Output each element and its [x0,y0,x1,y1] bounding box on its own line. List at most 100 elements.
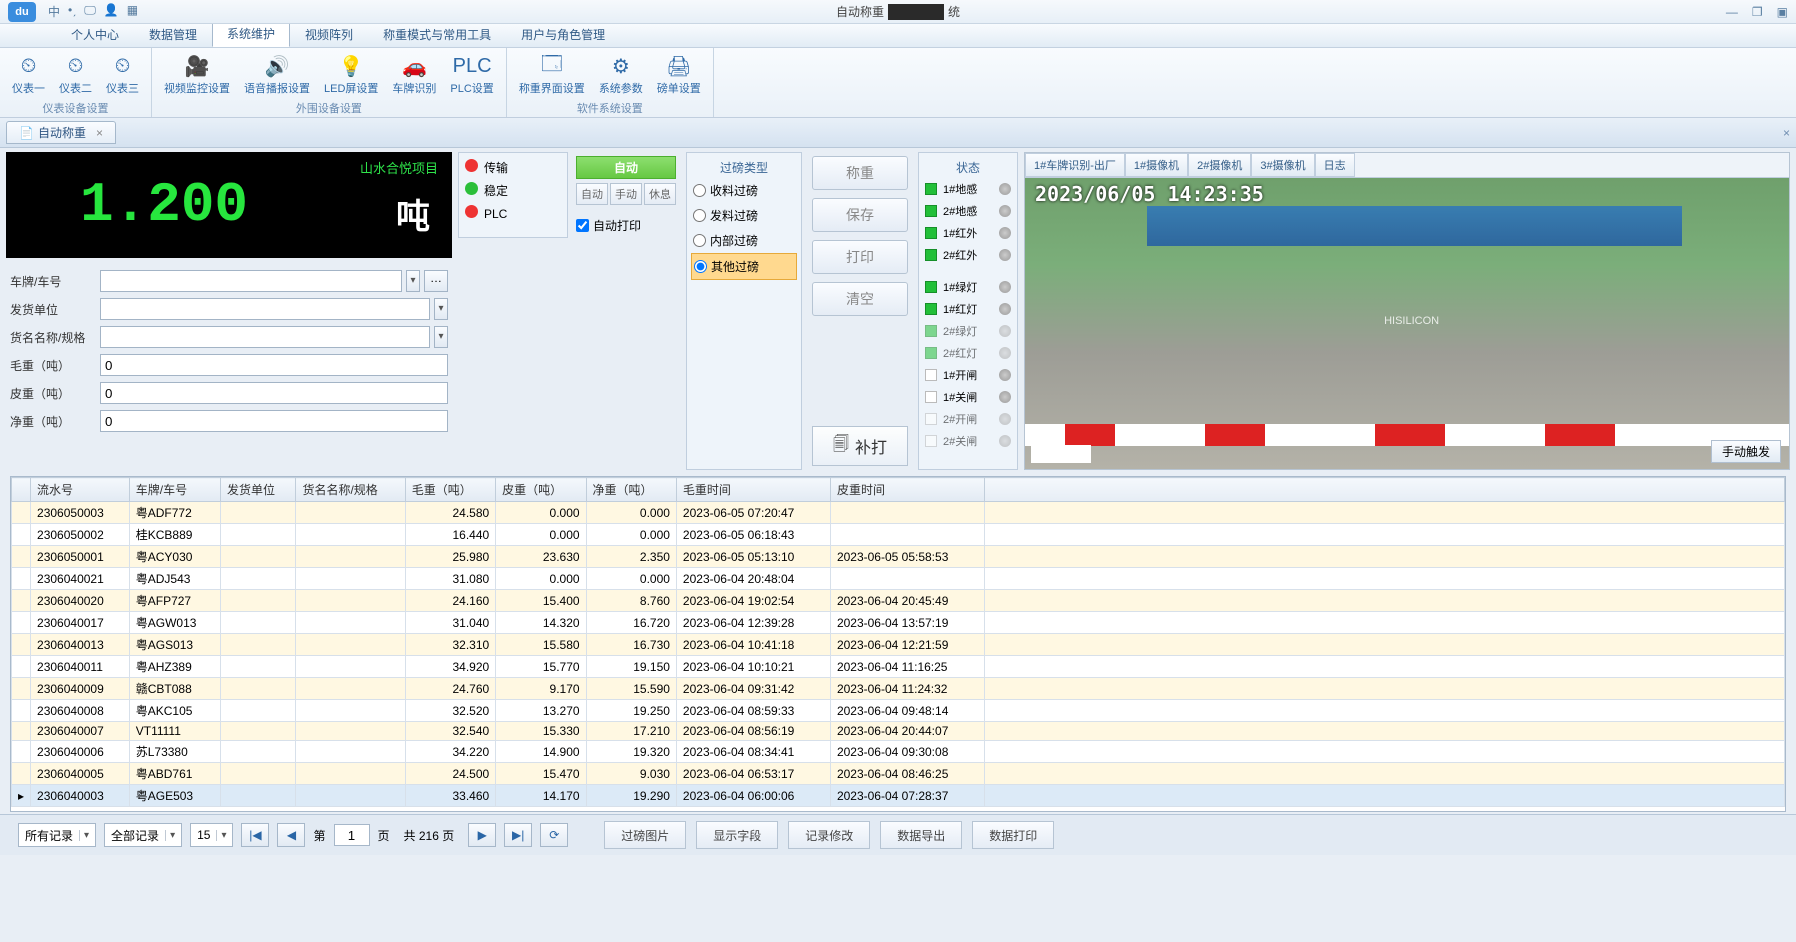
monitor-icon[interactable]: 🖵 [84,3,96,20]
camera-tab[interactable]: 日志 [1315,153,1355,177]
table-row[interactable]: 2306050003粤ADF77224.5800.0000.0002023-06… [12,502,1785,524]
filter-option[interactable]: 发料过磅 [691,203,797,228]
radio-icon[interactable] [693,234,706,247]
menu-item[interactable]: 数据管理 [134,21,212,47]
mode-button[interactable]: 手动 [610,183,642,205]
dropdown-icon[interactable]: ▾ [434,298,448,320]
last-page-button[interactable]: ▶| [504,823,532,847]
table-row[interactable]: 2306040007VT1111132.54015.33017.2102023-… [12,722,1785,741]
table-row[interactable]: 2306040017粤AGW01331.04014.32016.7202023-… [12,612,1785,634]
filter-option[interactable]: 内部过磅 [691,228,797,253]
records-scope-combo[interactable]: 全部记录▾ [104,823,182,847]
input-sender[interactable] [100,298,430,320]
mode-button[interactable]: 休息 [644,183,676,205]
ribbon-button[interactable]: 🗔称重界面设置 [515,52,589,98]
column-header[interactable]: 净重（吨） [586,478,676,502]
menu-item[interactable]: 视频阵列 [290,21,368,47]
dropdown-icon[interactable]: ▾ [434,326,448,348]
maximize-icon[interactable]: ❐ [1752,5,1763,19]
footer-button[interactable]: 记录修改 [788,821,870,849]
tool-icon[interactable]: •ˏ [68,3,76,20]
ribbon-button[interactable]: 💡LED屏设置 [320,52,382,98]
input-tare[interactable] [100,382,448,404]
column-header[interactable]: 毛重（吨） [405,478,495,502]
column-header[interactable]: 皮重时间 [830,478,984,502]
records-grid[interactable]: 流水号车牌/车号发货单位货名名称/规格毛重（吨）皮重（吨）净重（吨）毛重时间皮重… [10,476,1786,812]
user-icon[interactable]: 👤 [104,3,119,20]
ribbon-button[interactable]: ⏲仪表一 [8,52,49,98]
minimize-icon[interactable]: — [1726,5,1738,19]
ribbon-button[interactable]: ⚙系统参数 [595,52,647,98]
input-net[interactable] [100,410,448,432]
clear-button[interactable]: 清空 [812,282,908,316]
autoprint-checkbox[interactable]: 自动打印 [576,217,676,234]
perpage-combo[interactable]: 15▾ [190,823,233,847]
camera-tab[interactable]: 2#摄像机 [1188,153,1251,177]
mode-button[interactable]: 自动 [576,183,608,205]
footer-button[interactable]: 数据打印 [972,821,1054,849]
column-header[interactable]: 发货单位 [220,478,296,502]
table-row[interactable]: 2306040009赣CBT08824.7609.17015.5902023-0… [12,678,1785,700]
input-gross[interactable] [100,354,448,376]
grid-icon[interactable]: ▦ [127,3,138,20]
menu-item[interactable]: 系统维护 [212,20,290,47]
menu-item[interactable]: 用户与角色管理 [506,21,620,47]
lookup-button[interactable]: … [424,270,448,292]
ribbon-button[interactable]: ⏲仪表三 [102,52,143,98]
radio-icon[interactable] [693,209,706,222]
radio-icon[interactable] [694,260,707,273]
table-row[interactable]: 2306050002桂KCB88916.4400.0000.0002023-06… [12,524,1785,546]
ribbon-button[interactable]: 🔊语音播报设置 [240,52,314,98]
refresh-button[interactable]: ⟳ [540,823,568,847]
input-plate[interactable] [100,270,402,292]
ribbon-button[interactable]: 🚗车牌识别 [388,52,440,98]
column-header[interactable]: 皮重（吨） [496,478,586,502]
menu-item[interactable]: 个人中心 [56,21,134,47]
supplement-button[interactable]: 🗐补打 [812,426,908,466]
lang-toggle[interactable]: 中 [48,3,60,20]
filter-option[interactable]: 收料过磅 [691,178,797,203]
column-header[interactable]: 毛重时间 [676,478,830,502]
document-tab[interactable]: 📄 自动称重 × [6,121,116,144]
close-icon[interactable]: ▣ [1777,5,1788,19]
camera-tab[interactable]: 3#摄像机 [1251,153,1314,177]
table-row[interactable]: 2306040013粤AGS01332.31015.58016.7302023-… [12,634,1785,656]
table-row[interactable]: 2306040005粤ABD76124.50015.4709.0302023-0… [12,763,1785,785]
column-header[interactable]: 货名名称/规格 [296,478,405,502]
first-page-button[interactable]: |◀ [241,823,269,847]
tabs-close-all-icon[interactable]: × [1783,126,1790,140]
manual-trigger-button[interactable]: 手动触发 [1711,440,1781,463]
weigh-button[interactable]: 称重 [812,156,908,190]
ribbon-button[interactable]: ⏲仪表二 [55,52,96,98]
table-row[interactable]: 2306040021粤ADJ54331.0800.0000.0002023-06… [12,568,1785,590]
menu-item[interactable]: 称重模式与常用工具 [368,21,506,47]
column-header[interactable]: 车牌/车号 [129,478,220,502]
camera-tab[interactable]: 1#车牌识别-出厂 [1025,153,1125,177]
tab-close-icon[interactable]: × [96,126,103,140]
camera-tab[interactable]: 1#摄像机 [1125,153,1188,177]
table-row[interactable]: 2306040020粤AFP72724.16015.4008.7602023-0… [12,590,1785,612]
print-button[interactable]: 打印 [812,240,908,274]
autoprint-check[interactable] [576,219,589,232]
column-header[interactable]: 流水号 [31,478,130,502]
dropdown-icon[interactable]: ▾ [406,270,420,292]
filter-option[interactable]: 其他过磅 [691,253,797,280]
footer-button[interactable]: 显示字段 [696,821,778,849]
prev-page-button[interactable]: ◀ [277,823,305,847]
table-row[interactable]: 2306040006苏L7338034.22014.90019.3202023-… [12,741,1785,763]
table-row[interactable]: 2306050001粤ACY03025.98023.6302.3502023-0… [12,546,1785,568]
table-row[interactable]: 2306040011粤AHZ38934.92015.77019.1502023-… [12,656,1785,678]
input-goods[interactable] [100,326,430,348]
page-input[interactable] [334,824,370,846]
next-page-button[interactable]: ▶ [468,823,496,847]
ribbon-button[interactable]: 🖨磅单设置 [653,52,705,98]
radio-icon[interactable] [693,184,706,197]
save-button[interactable]: 保存 [812,198,908,232]
ribbon-button[interactable]: 🎥视频监控设置 [160,52,234,98]
table-row[interactable]: ▸2306040003粤AGE50333.46014.17019.2902023… [12,785,1785,807]
table-row[interactable]: 2306040008粤AKC10532.52013.27019.2502023-… [12,700,1785,722]
ribbon-button[interactable]: PLCPLC设置 [446,52,497,98]
footer-button[interactable]: 过磅图片 [604,821,686,849]
records-filter-combo[interactable]: 所有记录▾ [18,823,96,847]
footer-button[interactable]: 数据导出 [880,821,962,849]
